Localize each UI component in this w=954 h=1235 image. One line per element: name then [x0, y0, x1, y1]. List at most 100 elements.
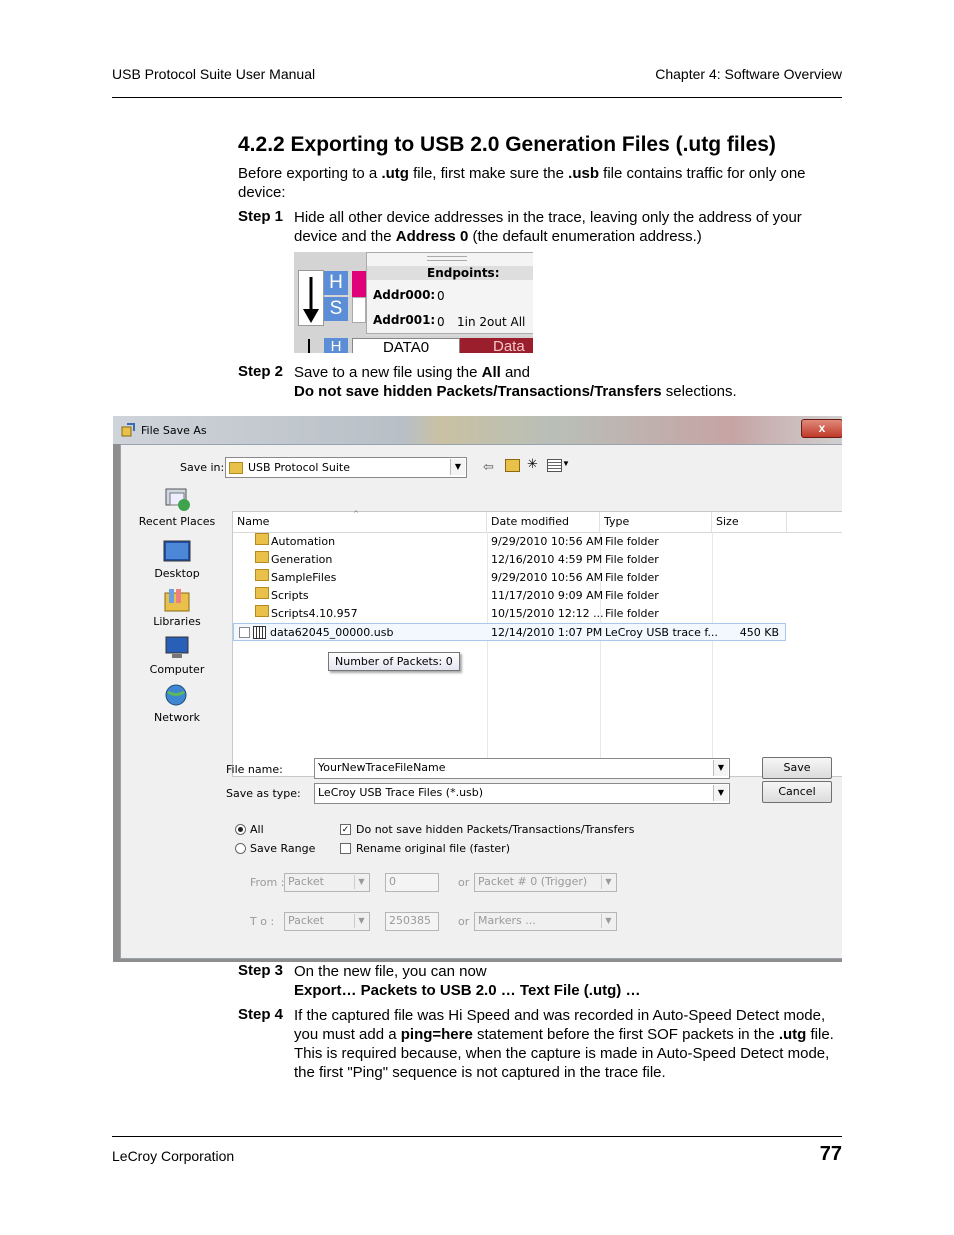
place-desktop[interactable]: Desktop: [137, 539, 217, 580]
hidden-checkbox[interactable]: ✓: [340, 824, 351, 835]
to-value: 250385: [389, 914, 431, 927]
file-row[interactable]: Scripts4.10.957 10/15/2010 12:12 ... Fil…: [233, 605, 842, 623]
step2-line2b: selections.: [661, 383, 737, 400]
dialog-titlebar: File Save As x: [113, 416, 842, 444]
addr001-label: Addr001:: [373, 313, 436, 327]
endpoints-popup: Endpoints: Addr000: 0 Addr001: 0 1in 2ou…: [366, 252, 533, 334]
dialog-body: Save in: USB Protocol Suite ▼ ⇦ ✳ ▼ Rece…: [120, 444, 842, 959]
chevron-down-icon[interactable]: ▼: [713, 760, 728, 776]
place-recent[interactable]: Recent Places: [137, 487, 217, 528]
step4-utg: .utg: [778, 1026, 807, 1043]
page-number: 77: [819, 1143, 842, 1165]
chevron-down-icon[interactable]: ▼: [713, 785, 728, 801]
column-name[interactable]: Name: [233, 512, 487, 532]
step1-label: Step 1: [238, 208, 284, 225]
column-date[interactable]: Date modified: [487, 512, 600, 532]
save-type-value: LeCroy USB Trace Files (*.usb): [318, 786, 484, 799]
file-row[interactable]: Generation 12/16/2010 4:59 PM File folde…: [233, 551, 842, 569]
to-unit-value: Packet: [288, 914, 324, 927]
step4-line2a: you must add a: [294, 1026, 401, 1043]
file-date: 12/14/2010 1:07 PM: [491, 626, 603, 639]
file-date: 11/17/2010 9:09 AM: [491, 589, 604, 602]
addr001-value: 0: [437, 315, 445, 329]
file-row[interactable]: Automation 9/29/2010 10:56 AM File folde…: [233, 533, 842, 551]
folder-icon: [229, 462, 247, 476]
rename-checkbox[interactable]: [340, 843, 351, 854]
save-type-label: Save as type:: [226, 787, 301, 800]
hs-h-cell: H: [324, 271, 348, 295]
file-row-selected[interactable]: data62045_00000.usb 12/14/2010 1:07 PM L…: [233, 623, 786, 641]
place-label: Network: [154, 711, 200, 724]
step3-label: Step 3: [238, 962, 284, 979]
step3-line1: On the new file, you can now: [294, 963, 487, 980]
chevron-down-icon: ▼: [450, 459, 465, 475]
step1-line2a: device and the: [294, 228, 396, 245]
from-unit-select[interactable]: Packet ▼: [284, 873, 370, 892]
to-unit-select[interactable]: Packet ▼: [284, 912, 370, 931]
step3-text: On the new file, you can now Export… Pac…: [294, 962, 842, 1000]
libraries-icon: [162, 587, 192, 613]
arrow-down-icon: [298, 270, 324, 326]
file-row[interactable]: SampleFiles 9/29/2010 10:56 AM File fold…: [233, 569, 842, 587]
hs-s-cell: S: [324, 297, 348, 321]
running-header-chapter: Chapter 4: Software Overview: [655, 66, 842, 82]
file-date: 9/29/2010 10:56 AM: [491, 535, 604, 548]
close-button[interactable]: x: [801, 419, 842, 438]
file-save-as-dialog: File Save As x Save in: USB Protocol Sui…: [113, 416, 842, 962]
radio-save-range[interactable]: [235, 843, 246, 854]
step2-text: Save to a new file using the All and Do …: [294, 363, 842, 401]
step4-line4: the first "Ping" sequence is not capture…: [294, 1064, 666, 1081]
data0-cell: DATA0: [352, 338, 460, 353]
from-value: 0: [389, 875, 396, 888]
intro-usb: .usb: [568, 165, 600, 182]
to-value-input[interactable]: 250385: [385, 912, 439, 931]
column-type[interactable]: Type: [600, 512, 712, 532]
step2-all: All: [481, 364, 501, 381]
step4-ping: ping=here: [400, 1026, 473, 1043]
view-menu-icon[interactable]: [547, 459, 562, 472]
dialog-title: File Save As: [141, 424, 207, 437]
hidden-checkbox-label: Do not save hidden Packets/Transactions/…: [356, 823, 635, 836]
from-value-input[interactable]: 0: [385, 873, 439, 892]
file-date: 12/16/2010 4:59 PM: [491, 553, 603, 566]
to-alt-value: Markers ...: [478, 914, 536, 927]
to-alt-select[interactable]: Markers ... ▼: [474, 912, 617, 931]
file-type: File folder: [605, 571, 659, 584]
addr000-value: 0: [437, 289, 445, 303]
save-button[interactable]: Save: [762, 757, 832, 779]
column-size[interactable]: Size: [712, 512, 787, 532]
row-checkbox[interactable]: [239, 627, 250, 638]
intro-text-3: file contains traffic for only one: [599, 165, 806, 182]
footer-company: LeCroy Corporation: [112, 1148, 235, 1164]
place-computer[interactable]: Computer: [137, 635, 217, 676]
new-folder-icon[interactable]: ✳: [527, 456, 538, 472]
file-list[interactable]: Name ^ Date modified Type Size Automatio…: [232, 510, 842, 777]
file-name-value: YourNewTraceFileName: [318, 761, 446, 774]
save-disk-icon: [121, 423, 135, 437]
step2-hidden-option: Do not save hidden Packets/Transactions/…: [294, 383, 662, 400]
file-row[interactable]: Scripts 11/17/2010 9:09 AM File folder: [233, 587, 842, 605]
file-type: File folder: [605, 589, 659, 602]
radio-all[interactable]: [235, 824, 246, 835]
back-icon[interactable]: ⇦: [483, 459, 494, 475]
step4-line2c: statement before the first SOF packets i…: [472, 1026, 779, 1043]
place-label: Libraries: [153, 615, 201, 628]
save-type-select[interactable]: LeCroy USB Trace Files (*.usb) ▼: [314, 783, 730, 804]
file-date: 9/29/2010 10:56 AM: [491, 571, 604, 584]
cancel-button[interactable]: Cancel: [762, 781, 832, 803]
file-size: 450 KB: [739, 626, 779, 639]
file-name-input[interactable]: YourNewTraceFileName ▼: [314, 758, 730, 779]
endpoints-screenshot: H S Endpoints: Addr000: 0 Addr001: 0 1in…: [294, 252, 533, 353]
from-alt-select[interactable]: Packet # 0 (Trigger) ▼: [474, 873, 617, 892]
file-date: 10/15/2010 12:12 ...: [491, 607, 604, 620]
intro-text: Before exporting to a: [238, 165, 382, 182]
view-chevron-icon[interactable]: ▼: [562, 459, 570, 468]
place-libraries[interactable]: Libraries: [137, 587, 217, 628]
save-in-select[interactable]: USB Protocol Suite ▼: [225, 457, 467, 478]
file-type: File folder: [605, 535, 659, 548]
chevron-down-icon: ▼: [354, 875, 368, 889]
up-folder-icon[interactable]: [505, 459, 520, 472]
place-label: Desktop: [154, 567, 200, 580]
file-name-label: File name:: [226, 763, 283, 776]
place-network[interactable]: Network: [137, 683, 217, 724]
